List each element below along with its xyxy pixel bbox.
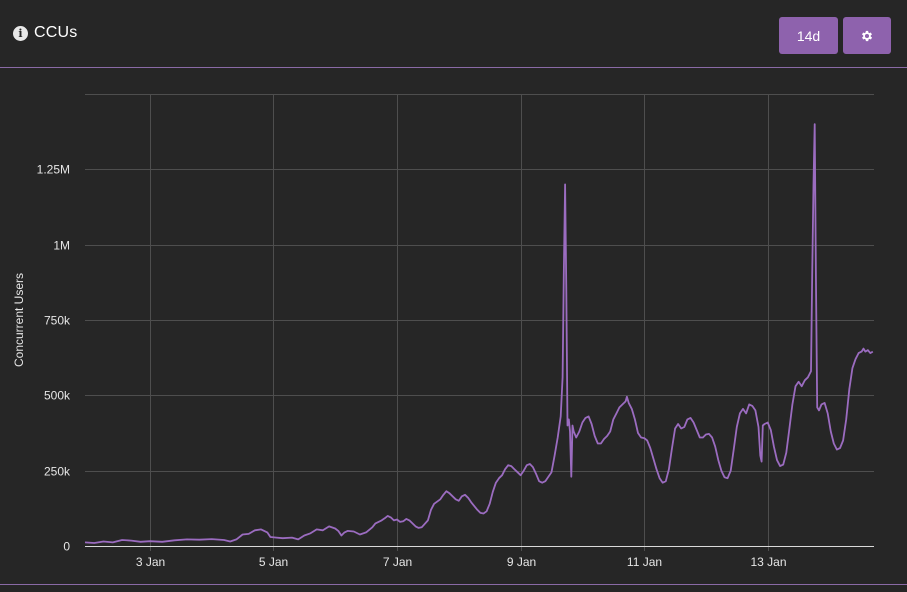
y-tick-label: 0: [63, 540, 70, 554]
x-tick-label: 3 Jan: [136, 555, 165, 569]
y-axis-label: Concurrent Users: [12, 273, 26, 367]
ccu-panel: i CCUs 14d 0 250k 500k 750k 1M 1.25M 3 Jan 5 Ja…: [0, 0, 907, 592]
ccu-line-chart: 0 250k 500k 750k 1M 1.25M 3 Jan 5 Jan 7 Jan 9 Jan…: [12, 94, 874, 569]
x-tick-label: 7 Jan: [383, 555, 412, 569]
panel-footer-divider: [0, 584, 907, 585]
y-tick-label: 1.25M: [37, 163, 70, 177]
y-tick-label: 750k: [44, 314, 71, 328]
x-tick-label: 9 Jan: [507, 555, 536, 569]
x-tick-label: 5 Jan: [259, 555, 288, 569]
y-tick-label: 500k: [44, 389, 71, 403]
y-tick-label: 1M: [53, 239, 70, 253]
x-tick-label: 13 Jan: [750, 555, 786, 569]
series-line: [84, 123, 874, 544]
y-tick-label: 250k: [44, 465, 71, 479]
x-tick-label: 11 Jan: [627, 555, 662, 569]
